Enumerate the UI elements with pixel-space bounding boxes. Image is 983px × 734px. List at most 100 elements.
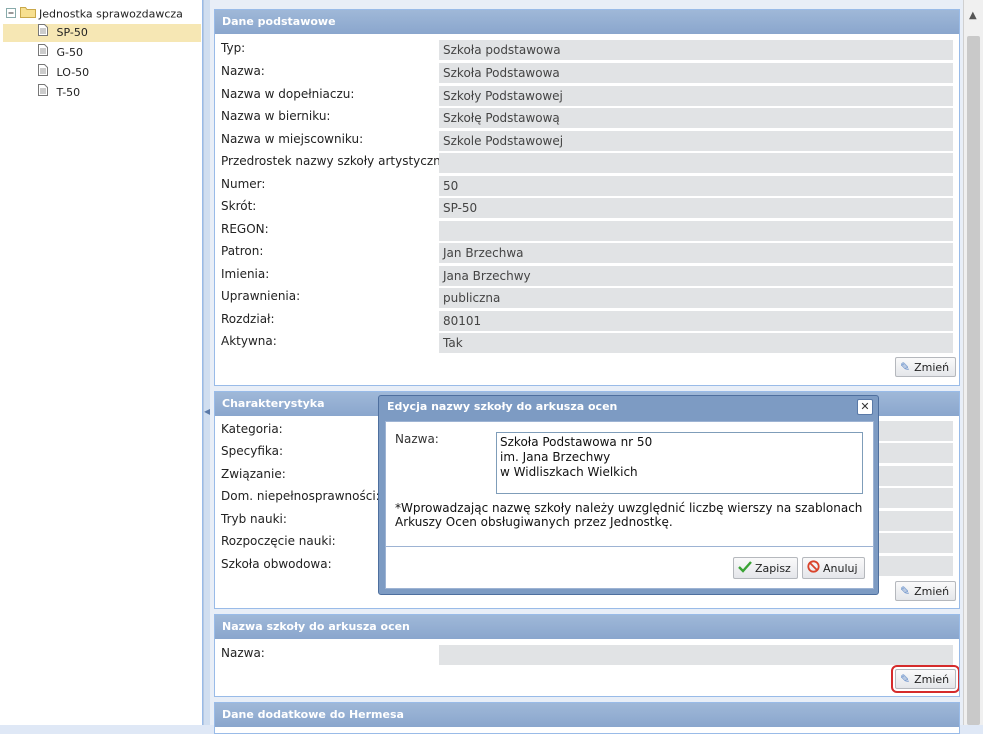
field-value: Szkoła Podstawowa — [439, 63, 953, 83]
field-label: Uprawnienia: — [221, 289, 301, 303]
field-row: Nazwa w bierniku: Szkołę Podstawową — [221, 108, 953, 130]
check-icon — [738, 559, 752, 580]
name-field-label: Nazwa: — [395, 432, 439, 446]
scrollbar-thumb[interactable] — [967, 36, 980, 725]
field-label: Numer: — [221, 177, 266, 191]
tree-item-label: T-50 — [56, 86, 81, 99]
cancel-button[interactable]: Anuluj — [802, 557, 865, 579]
dialog-note: *Wprowadzając nazwę szkoły należy uwzglę… — [395, 501, 863, 529]
field-value: Jana Brzechwy — [439, 266, 953, 286]
field-label: Kategoria: — [221, 422, 283, 436]
field-label: REGON: — [221, 222, 269, 236]
panel-title: Dane dodatkowe do Hermesa — [215, 703, 959, 727]
field-value — [439, 153, 953, 173]
field-row: Aktywna: Tak — [221, 333, 953, 355]
pencil-icon: ✎ — [900, 360, 911, 374]
field-label: Specyfika: — [221, 444, 284, 458]
tree-item-g-50[interactable]: G-50 — [38, 44, 83, 62]
field-value: Szkole Podstawowej — [439, 131, 953, 151]
field-label: Imienia: — [221, 267, 270, 281]
button-label: Zmień — [914, 585, 950, 598]
tree-panel: Jednostka sprawozdawcza SP-50 G-50 LO-50… — [0, 0, 203, 725]
tree-item-sp-50[interactable]: SP-50 — [3, 24, 201, 42]
document-icon — [38, 44, 48, 62]
edit-nazwa-arkusz-button[interactable]: ✎ Zmień — [890, 665, 959, 693]
field-value: Tak — [439, 333, 953, 353]
field-value: Jan Brzechwa — [439, 243, 953, 263]
tree-item-label: G-50 — [56, 46, 84, 59]
pencil-icon: ✎ — [900, 672, 911, 686]
field-row: Przedrostek nazwy szkoły artystycznej: — [221, 153, 953, 175]
field-row: Uprawnienia: publiczna — [221, 288, 953, 310]
field-row: Imienia: Jana Brzechwy — [221, 266, 953, 288]
splitter[interactable]: ◀ — [203, 0, 210, 725]
main-content: Dane podstawowe Typ: Szkoła podstawowa Na… — [210, 0, 983, 734]
document-icon — [38, 64, 48, 82]
field-row: REGON: — [221, 221, 953, 243]
field-row: Rozdział: 80101 — [221, 311, 953, 333]
dialog-title: Edycja nazwy szkoły do arkusza ocen — [387, 400, 618, 413]
divider — [386, 546, 873, 547]
field-label: Dom. niepełnosprawności: — [221, 489, 380, 503]
tree-item-label: SP-50 — [56, 26, 88, 39]
field-label: Rozdział: — [221, 312, 275, 326]
edit-dane-podstawowe-button[interactable]: ✎ Zmień — [895, 357, 957, 377]
tree-item-t-50[interactable]: T-50 — [38, 84, 80, 102]
field-value: 80101 — [439, 311, 953, 331]
field-label: Nazwa: — [221, 646, 265, 660]
field-row: Typ: Szkoła podstawowa — [221, 40, 953, 62]
button-label: Zmień — [914, 673, 950, 686]
field-value: 50 — [439, 176, 953, 196]
scrollbar[interactable]: ▲ — [963, 0, 983, 725]
tree-root[interactable]: Jednostka sprawozdawcza — [6, 5, 183, 23]
field-row: Nazwa w dopełniaczu: Szkoły Podstawowej — [221, 86, 953, 108]
scroll-up-icon[interactable]: ▲ — [969, 10, 977, 21]
field-row: Nazwa w miejscowniku: Szkole Podstawowej — [221, 131, 953, 153]
field-value: publiczna — [439, 288, 953, 308]
folder-icon — [19, 5, 36, 24]
dialog-body: Nazwa: Szkoła Podstawowa nr 50 im. Jana … — [385, 421, 874, 589]
field-label: Związanie: — [221, 467, 286, 481]
field-value: SP-50 — [439, 198, 953, 218]
panel-title: Dane podstawowe — [215, 10, 959, 34]
field-label: Przedrostek nazwy szkoły artystycznej: — [221, 154, 456, 168]
field-label: Nazwa w miejscowniku: — [221, 132, 364, 146]
panel-hermes: Dane dodatkowe do Hermesa — [214, 702, 960, 734]
save-button[interactable]: Zapisz — [733, 557, 798, 579]
field-row: Nazwa: Szkoła Podstawowa — [221, 63, 953, 85]
field-label: Szkoła obwodowa: — [221, 557, 332, 571]
tree-root-label: Jednostka sprawozdawcza — [39, 7, 183, 21]
pencil-icon: ✎ — [900, 584, 911, 598]
name-textarea[interactable]: Szkoła Podstawowa nr 50 im. Jana Brzechw… — [496, 432, 863, 494]
field-label: Nazwa w dopełniaczu: — [221, 87, 355, 101]
field-label: Skrót: — [221, 199, 257, 213]
field-label: Nazwa w bierniku: — [221, 109, 331, 123]
tree-item-lo-50[interactable]: LO-50 — [38, 64, 89, 82]
panel-title: Nazwa szkoły do arkusza ocen — [215, 615, 959, 639]
button-label: Zapisz — [755, 562, 791, 575]
field-row: Patron: Jan Brzechwa — [221, 243, 953, 265]
field-label: Aktywna: — [221, 334, 277, 348]
document-icon — [38, 84, 48, 102]
field-value — [439, 221, 953, 241]
close-icon[interactable]: ✕ — [857, 399, 873, 415]
field-label: Nazwa: — [221, 64, 265, 78]
field-label: Typ: — [221, 41, 246, 55]
edit-name-dialog: Edycja nazwy szkoły do arkusza ocen ✕ Na… — [378, 395, 879, 595]
field-value: Szkołę Podstawową — [439, 108, 953, 128]
field-label: Tryb nauki: — [221, 512, 287, 526]
collapse-icon[interactable] — [6, 6, 16, 24]
field-row: Nazwa: — [221, 645, 953, 667]
edit-charakterystyka-button[interactable]: ✎ Zmień — [895, 581, 957, 601]
panel-dane-podstawowe: Dane podstawowe Typ: Szkoła podstawowa Na… — [214, 9, 960, 386]
field-row: Skrót: SP-50 — [221, 198, 953, 220]
tree-item-label: LO-50 — [56, 66, 90, 79]
field-label: Rozpoczęcie nauki: — [221, 534, 336, 548]
button-label: Anuluj — [823, 562, 858, 575]
document-icon — [38, 24, 48, 42]
button-label: Zmień — [914, 361, 950, 374]
field-value — [439, 645, 953, 665]
field-value: Szkoły Podstawowej — [439, 86, 953, 106]
field-value: Szkoła podstawowa — [439, 40, 953, 60]
field-row: Numer: 50 — [221, 176, 953, 198]
